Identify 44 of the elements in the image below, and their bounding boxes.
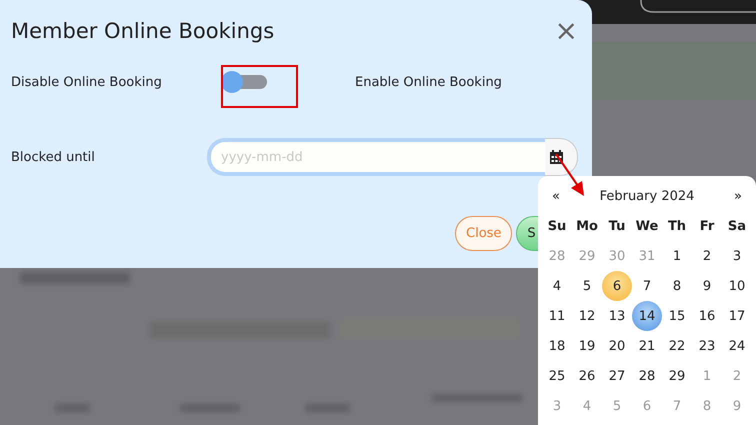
calendar-day[interactable]: 4 (542, 271, 572, 301)
weekday-label: Fr (700, 218, 714, 234)
calendar-button[interactable] (545, 138, 578, 176)
calendar-day[interactable]: 24 (722, 331, 752, 361)
calendar-day[interactable]: 9 (692, 271, 722, 301)
calendar-day[interactable]: 25 (542, 361, 572, 391)
calendar-day[interactable]: 3 (722, 241, 752, 271)
calendar-day[interactable]: 18 (542, 331, 572, 361)
next-month-button[interactable]: » (734, 188, 742, 204)
dialog-title: Member Online Bookings (11, 19, 274, 43)
blocked-until-label: Blocked until (11, 149, 96, 165)
weekday-label: Su (548, 218, 566, 234)
calendar-day[interactable]: 21 (632, 331, 662, 361)
calendar-day[interactable]: 13 (602, 301, 632, 331)
enable-label: Enable Online Booking (355, 74, 502, 90)
weekday-label: Tu (608, 218, 626, 234)
calendar-day[interactable]: 29 (662, 361, 692, 391)
weekday-label: Mo (576, 218, 598, 234)
calendar-day[interactable]: 12 (572, 301, 602, 331)
calendar-day[interactable]: 23 (692, 331, 722, 361)
calendar-day[interactable]: 17 (722, 301, 752, 331)
calendar-day[interactable]: 6 (602, 271, 632, 301)
weekday-label: Sa (728, 218, 746, 234)
calendar-day[interactable]: 1 (662, 241, 692, 271)
calendar-day[interactable]: 8 (662, 271, 692, 301)
month-title: February 2024 (600, 188, 694, 204)
calendar-day[interactable]: 22 (662, 331, 692, 361)
calendar-day[interactable]: 14 (632, 301, 662, 331)
calendar-day[interactable]: 20 (602, 331, 632, 361)
calendar-day[interactable]: 27 (602, 361, 632, 391)
weekday-label: We (636, 218, 658, 234)
calendar-day[interactable]: 26 (572, 361, 602, 391)
calendar-day[interactable]: 15 (662, 301, 692, 331)
calendar-day[interactable]: 5 (572, 271, 602, 301)
calendar-day[interactable]: 16 (692, 301, 722, 331)
calendar-day[interactable]: 7 (632, 271, 662, 301)
calendar-day[interactable]: 28 (632, 361, 662, 391)
calendar-day[interactable]: 10 (722, 271, 752, 301)
calendar-day[interactable]: 11 (542, 301, 572, 331)
previous-month-button[interactable]: « (552, 188, 560, 204)
disable-label: Disable Online Booking (11, 74, 163, 90)
calendar-day[interactable]: 2 (692, 241, 722, 271)
weekday-label: Th (668, 218, 686, 234)
calendar-day[interactable]: 19 (572, 331, 602, 361)
